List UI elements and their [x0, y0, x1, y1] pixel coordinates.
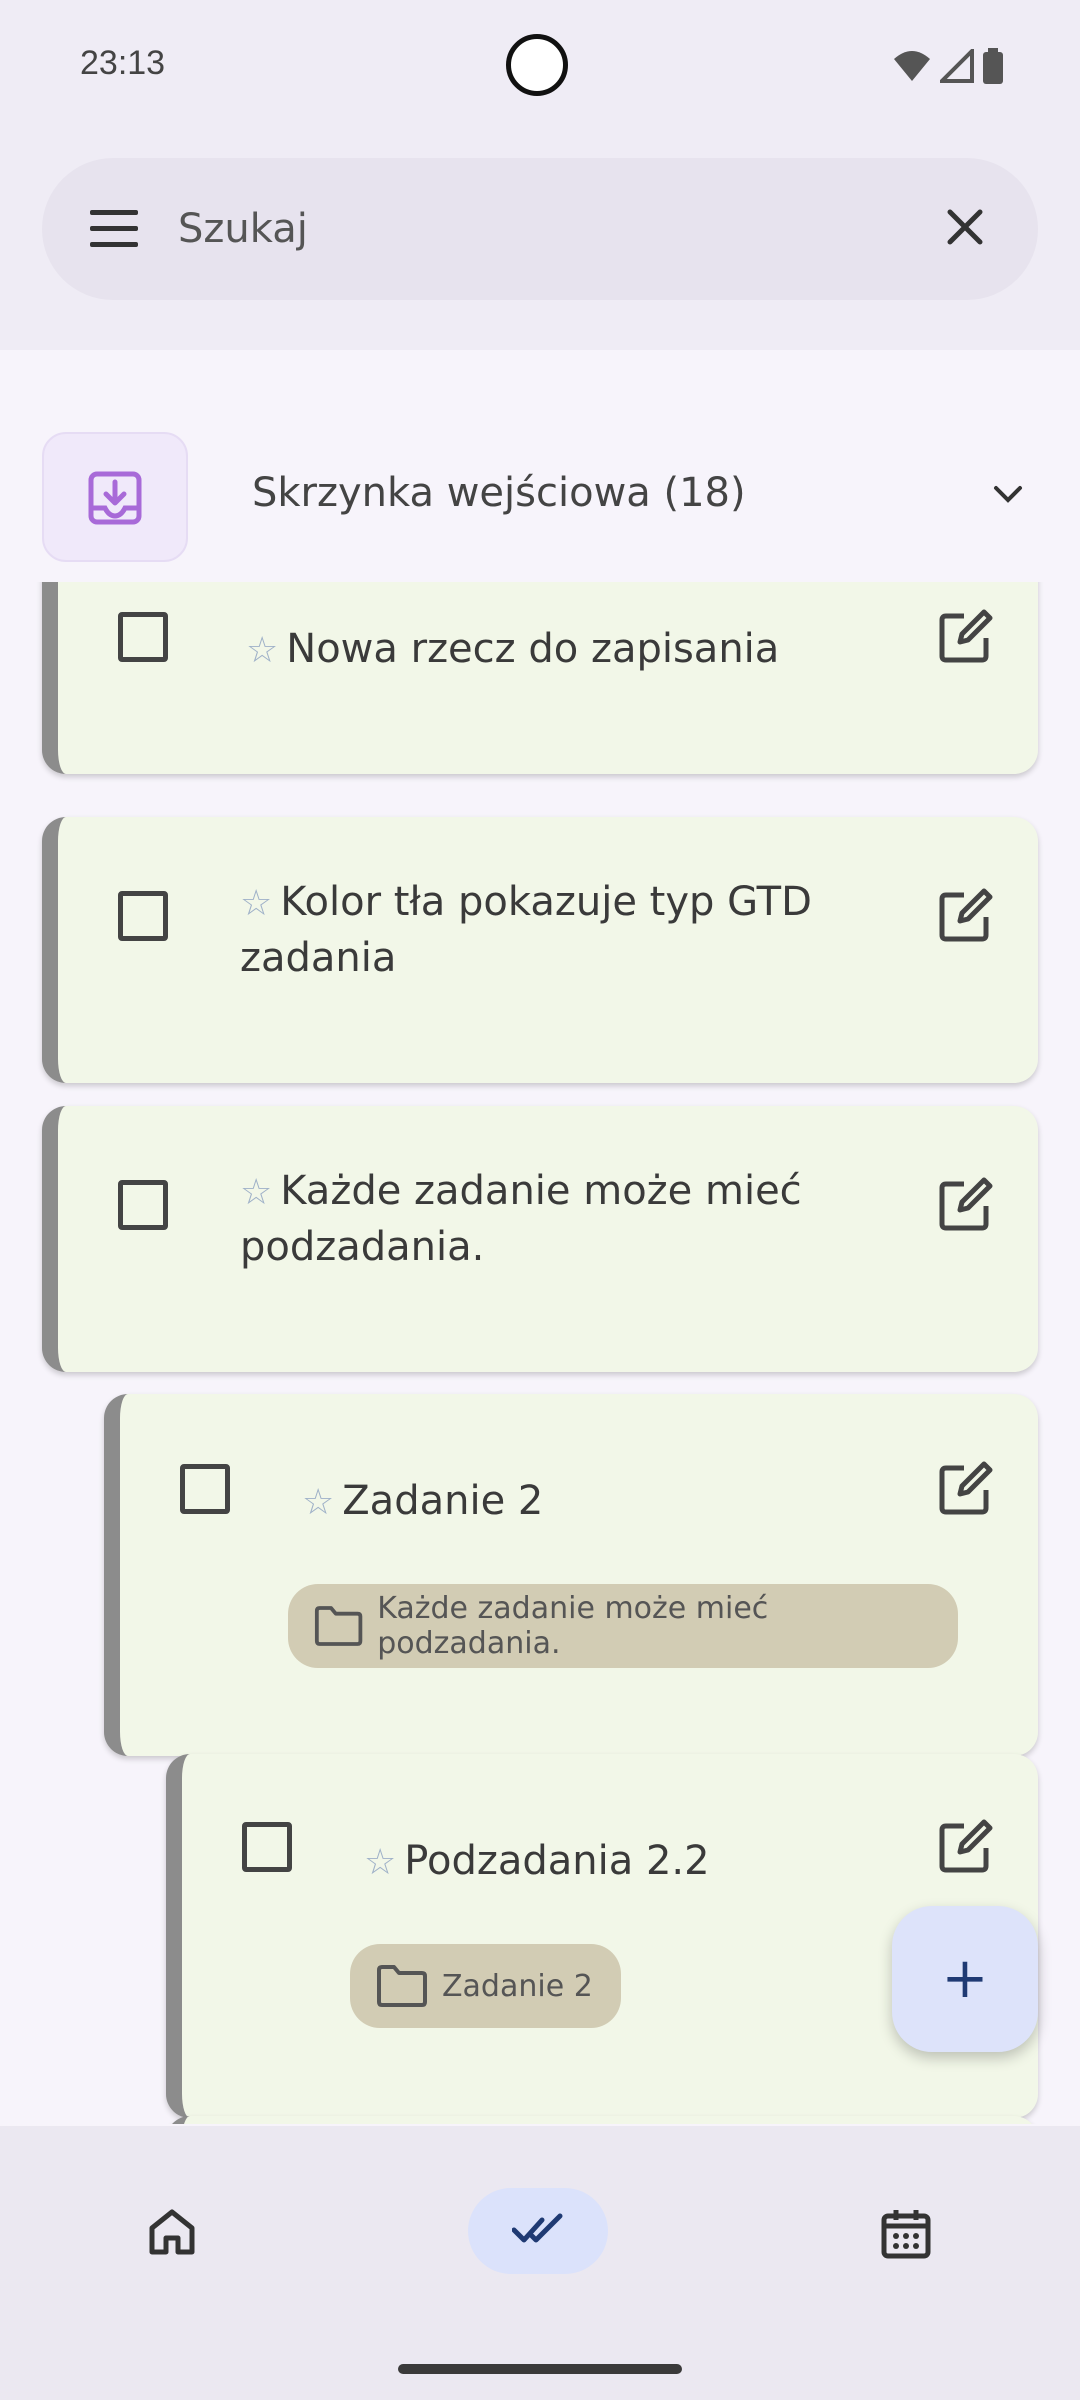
task-card[interactable]: ☆ Każde zadanie może mieć podzadania. [42, 1106, 1038, 1372]
done-all-icon [512, 2213, 563, 2243]
task-checkbox[interactable] [180, 1464, 230, 1514]
nav-tasks[interactable] [468, 2188, 608, 2274]
search-input[interactable]: Szukaj [178, 206, 308, 252]
task-title: ☆ Zadanie 2 [302, 1478, 544, 1524]
status-time: 23:13 [80, 44, 166, 82]
edit-icon[interactable] [938, 1818, 994, 1874]
task-title: ☆ Podzadania 2.2 [364, 1838, 710, 1884]
bottom-navigation [0, 2126, 1080, 2400]
task-checkbox[interactable] [118, 1180, 168, 1230]
camera-cutout [506, 34, 568, 96]
task-list[interactable]: ☆ Nowa rzecz do zapisania ☆ Kolor tła poka… [0, 582, 1080, 2124]
edit-icon[interactable] [938, 887, 994, 943]
task-card[interactable]: ☆ Kolor tła pokazuje typ GTD zadania [42, 817, 1038, 1083]
wifi-icon [894, 51, 930, 81]
close-icon[interactable] [942, 204, 988, 250]
inbox-title: Skrzynka wejściowa (18) [252, 470, 746, 516]
plus-icon: + [941, 1946, 989, 2011]
gesture-handle[interactable] [398, 2364, 682, 2374]
top-app-bar: 23:13 Szukaj [0, 0, 1080, 350]
star-icon[interactable]: ☆ [364, 1842, 396, 1883]
subtask-card[interactable]: ☆ Zadanie 2 Każde zadanie może mieć podza… [104, 1394, 1038, 1756]
star-icon[interactable]: ☆ [240, 883, 272, 924]
task-checkbox[interactable] [242, 1822, 292, 1872]
battery-icon [983, 48, 1003, 84]
task-card[interactable] [166, 2116, 1038, 2124]
signal-icon [940, 49, 974, 83]
edit-icon[interactable] [938, 1460, 994, 1516]
parent-task-label: Każde zadanie może mieć podzadania. [377, 1591, 769, 1661]
task-title: ☆ Kolor tła pokazuje typ GTD zadania [240, 879, 812, 981]
inbox-selector[interactable]: Skrzynka wejściowa (18) [0, 430, 1080, 562]
chevron-down-icon[interactable] [990, 476, 1026, 512]
folder-icon [314, 1606, 363, 1646]
star-icon[interactable]: ☆ [246, 630, 278, 671]
menu-icon[interactable] [90, 210, 140, 248]
task-checkbox[interactable] [118, 612, 168, 662]
inbox-icon-button[interactable] [42, 432, 188, 562]
nav-calendar[interactable] [836, 2188, 976, 2274]
parent-task-label: Zadanie 2 [442, 1968, 593, 2004]
inbox-download-icon [88, 471, 142, 525]
star-icon[interactable]: ☆ [240, 1172, 272, 1213]
home-icon [149, 2209, 195, 2255]
parent-task-chip[interactable]: Zadanie 2 [350, 1944, 621, 2028]
folder-icon [377, 1965, 427, 2007]
task-title: ☆ Nowa rzecz do zapisania [246, 626, 780, 672]
parent-task-chip[interactable]: Każde zadanie może mieć podzadania. [288, 1584, 958, 1668]
task-checkbox[interactable] [118, 891, 168, 941]
add-task-button[interactable]: + [892, 1906, 1038, 2052]
edit-icon[interactable] [938, 1176, 994, 1232]
calendar-icon [881, 2210, 931, 2259]
nav-home[interactable] [102, 2188, 242, 2274]
task-title: ☆ Każde zadanie może mieć podzadania. [240, 1168, 802, 1270]
star-icon[interactable]: ☆ [302, 1482, 334, 1523]
edit-icon[interactable] [938, 608, 994, 664]
status-icons [892, 48, 1004, 84]
task-card[interactable]: ☆ Nowa rzecz do zapisania [42, 582, 1038, 774]
search-bar[interactable]: Szukaj [42, 158, 1038, 300]
